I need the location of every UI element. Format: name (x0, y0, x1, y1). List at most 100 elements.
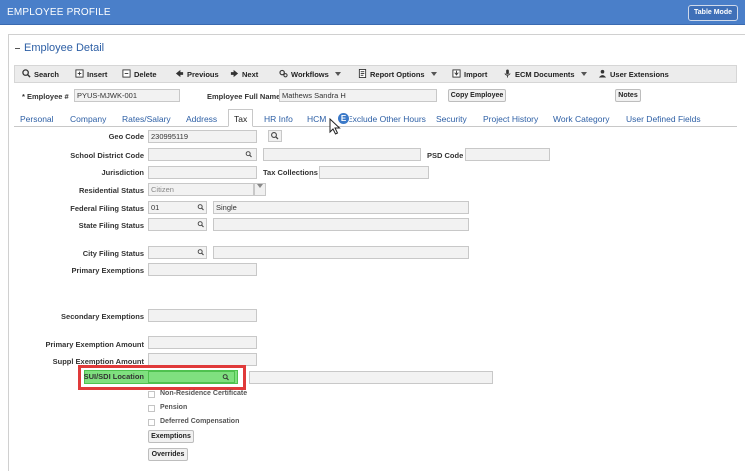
mouse-cursor-icon (329, 118, 341, 135)
ecm-documents-menu[interactable]: ECM Documents (503, 69, 587, 80)
search-button[interactable]: Search (22, 69, 59, 80)
deferred-comp-label: Deferred Compensation (160, 418, 240, 425)
chevron-down-icon (257, 184, 263, 188)
microphone-icon (504, 69, 511, 78)
tab-security[interactable]: Security (436, 114, 467, 124)
tax-collections-label: Tax Collections (263, 168, 318, 177)
search-icon[interactable] (196, 220, 206, 229)
user-extensions-button[interactable]: User Extensions (598, 69, 669, 80)
window-title: EMPLOYEE PROFILE (7, 7, 111, 18)
report-options-label: Report Options (370, 70, 425, 79)
residential-status-label: Residential Status (78, 186, 144, 195)
previous-label: Previous (187, 70, 219, 79)
window-header: EMPLOYEE PROFILE Table Mode (0, 0, 745, 25)
employee-number-field[interactable]: PYUS-MJWK-001 (74, 89, 180, 102)
geo-code-field[interactable]: 230995119 (148, 130, 257, 143)
jurisdiction-field[interactable] (148, 166, 257, 179)
arrow-left-icon (175, 69, 184, 78)
delete-icon (122, 69, 131, 78)
residential-status-select[interactable]: Citizen (148, 183, 254, 196)
search-label: Search (34, 70, 60, 79)
ecm-documents-label: ECM Documents (515, 70, 575, 79)
full-name-label: Employee Full Name (207, 92, 281, 101)
search-icon (271, 132, 279, 140)
tab-tax[interactable]: Tax (228, 109, 254, 127)
residential-status-dropdown[interactable] (254, 183, 266, 196)
notes-button[interactable]: Notes (615, 89, 641, 102)
primary-exemption-amount-field[interactable] (148, 336, 257, 349)
school-district-label: School District Code (70, 151, 144, 160)
next-label: Next (242, 70, 259, 79)
previous-button[interactable]: Previous (175, 69, 219, 80)
tab-company[interactable]: Company (70, 114, 106, 124)
employee-number-label: * Employee # (22, 92, 69, 101)
section-title-text: Employee Detail (24, 42, 105, 54)
geo-code-label: Geo Code (108, 132, 144, 141)
section-title[interactable]: Employee Detail (15, 42, 104, 54)
search-icon[interactable] (196, 248, 206, 257)
tax-collections-field[interactable] (319, 166, 429, 179)
secondary-exemptions-field[interactable] (148, 309, 257, 322)
table-mode-button[interactable]: Table Mode (688, 5, 738, 21)
state-filing-desc-field[interactable] (213, 218, 469, 231)
insert-button[interactable]: Insert (75, 69, 107, 80)
tab-work-category[interactable]: Work Category (553, 114, 610, 124)
arrow-right-icon (230, 69, 239, 78)
full-name-field[interactable]: Mathews Sandra H (279, 89, 437, 102)
city-filing-desc-field[interactable] (213, 246, 469, 259)
tab-hr-info[interactable]: HR Info (264, 114, 293, 124)
exemptions-button[interactable]: Exemptions (148, 430, 194, 443)
insert-label: Insert (87, 70, 108, 79)
import-label: Import (464, 70, 488, 79)
psd-code-label: PSD Code (427, 151, 464, 160)
delete-button[interactable]: Delete (122, 69, 157, 80)
overrides-button[interactable]: Overrides (148, 448, 188, 461)
primary-exemption-amount-label: Primary Exemption Amount (45, 340, 145, 349)
next-button[interactable]: Next (230, 69, 258, 80)
tab-user-defined-fields[interactable]: User Defined Fields (626, 114, 701, 124)
chevron-down-icon (580, 72, 587, 76)
secondary-exemptions-label: Secondary Exemptions (61, 312, 144, 321)
delete-label: Delete (134, 70, 157, 79)
tab-bar: Personal Company Rates/Salary Address Ta… (14, 109, 737, 127)
jurisdiction-label: Jurisdiction (101, 168, 144, 177)
tab-project-history[interactable]: Project History (483, 114, 538, 124)
report-icon (358, 69, 367, 78)
tab-rates-salary[interactable]: Rates/Salary (122, 114, 171, 124)
non-residence-checkbox[interactable] (148, 391, 155, 398)
gears-icon (279, 69, 288, 78)
city-filing-label: City Filing Status (82, 249, 144, 258)
deferred-comp-checkbox[interactable] (148, 419, 155, 426)
pension-checkbox[interactable] (148, 405, 155, 412)
federal-filing-label: Federal Filing Status (70, 204, 144, 213)
primary-exemptions-field[interactable] (148, 263, 257, 276)
geo-code-search-button[interactable] (268, 130, 282, 142)
report-options-menu[interactable]: Report Options (358, 69, 437, 80)
federal-filing-desc-field[interactable]: Single (213, 201, 469, 214)
copy-employee-button[interactable]: Copy Employee (448, 89, 506, 102)
workflows-label: Workflows (291, 70, 329, 79)
school-district-desc-field[interactable] (263, 148, 421, 161)
workflows-menu[interactable]: Workflows (279, 69, 341, 80)
tab-exclude-other-hours[interactable]: Exclude Other Hours (347, 114, 426, 124)
sui-sdi-desc-field[interactable] (249, 371, 493, 384)
search-icon[interactable] (221, 373, 231, 382)
insert-icon (75, 69, 84, 78)
search-icon[interactable] (244, 150, 254, 159)
import-icon (452, 69, 461, 78)
tab-hcm[interactable]: HCM (307, 114, 326, 124)
import-button[interactable]: Import (452, 69, 487, 80)
tab-address[interactable]: Address (186, 114, 217, 124)
sui-sdi-label: SUI/SDI Location (83, 372, 144, 381)
school-district-field[interactable] (148, 148, 257, 161)
state-filing-label: State Filing Status (78, 221, 144, 230)
pension-label: Pension (160, 404, 188, 411)
psd-code-field[interactable] (465, 148, 550, 161)
user-extensions-label: User Extensions (610, 70, 669, 79)
non-residence-label: Non-Residence Certificate (160, 390, 248, 397)
collapse-icon[interactable] (15, 47, 20, 49)
search-icon[interactable] (196, 203, 206, 212)
toolbar: Search Insert Delete Previous Next Workf… (14, 65, 737, 83)
search-icon (22, 69, 31, 78)
tab-personal[interactable]: Personal (20, 114, 54, 124)
